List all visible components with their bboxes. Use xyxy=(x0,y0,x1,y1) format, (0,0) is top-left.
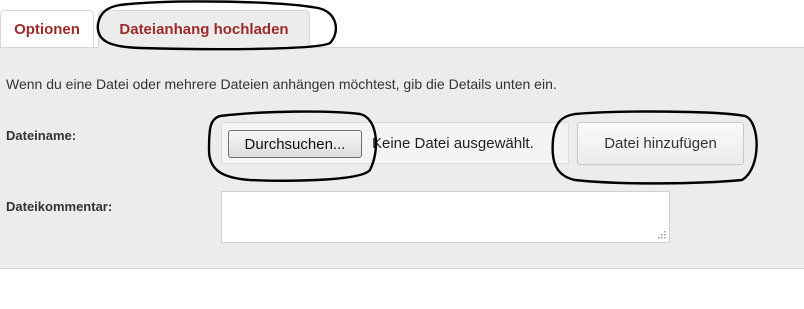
file-input[interactable]: Durchsuchen... Keine Datei ausgewählt. xyxy=(221,122,569,164)
tab-dateianhang-hochladen-label: Dateianhang hochladen xyxy=(119,21,289,38)
resize-grip-icon[interactable] xyxy=(656,229,666,239)
tab-optionen-label: Optionen xyxy=(14,21,80,38)
file-comment-label: Dateikommentar: xyxy=(6,199,113,214)
file-name-label: Dateiname: xyxy=(6,128,77,143)
file-comment-textarea[interactable] xyxy=(221,191,670,243)
tab-bar: Optionen Dateianhang hochladen xyxy=(0,0,804,49)
tab-optionen[interactable]: Optionen xyxy=(0,10,94,48)
upload-panel: Wenn du eine Datei oder mehrere Dateien … xyxy=(0,47,804,269)
intro-text: Wenn du eine Datei oder mehrere Dateien … xyxy=(6,76,557,92)
file-status-text: Keine Datei ausgewählt. xyxy=(372,135,534,152)
tab-dateianhang-hochladen[interactable]: Dateianhang hochladen xyxy=(98,10,310,49)
add-file-button[interactable]: Datei hinzufügen xyxy=(577,122,744,165)
browse-button[interactable]: Durchsuchen... xyxy=(228,130,362,158)
